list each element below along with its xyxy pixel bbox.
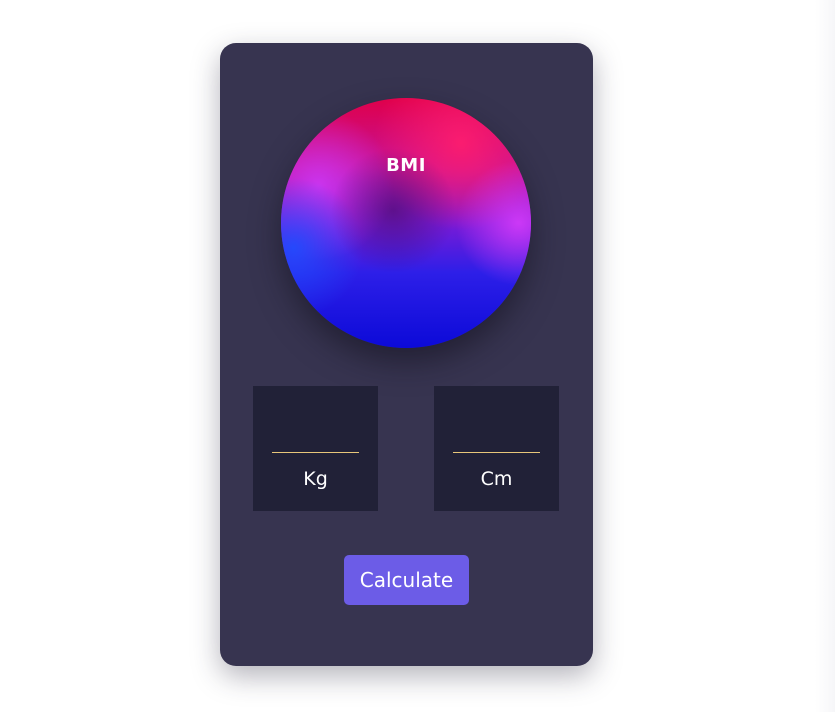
height-input[interactable] bbox=[453, 423, 540, 453]
weight-unit-label: Kg bbox=[303, 468, 328, 490]
bmi-calculator-card: BMI Kg Cm Calculate bbox=[220, 43, 593, 666]
bmi-title: BMI bbox=[386, 155, 426, 176]
bmi-orb: BMI bbox=[281, 98, 531, 348]
weight-input-box: Kg bbox=[253, 386, 378, 511]
smoke-gradient-orb-graphic bbox=[281, 98, 531, 348]
side-shadow-strip bbox=[815, 0, 835, 712]
page-background: BMI Kg Cm Calculate bbox=[0, 0, 835, 712]
height-unit-label: Cm bbox=[480, 468, 513, 490]
calculate-button[interactable]: Calculate bbox=[344, 555, 469, 605]
height-input-box: Cm bbox=[434, 386, 559, 511]
weight-input[interactable] bbox=[272, 423, 359, 453]
